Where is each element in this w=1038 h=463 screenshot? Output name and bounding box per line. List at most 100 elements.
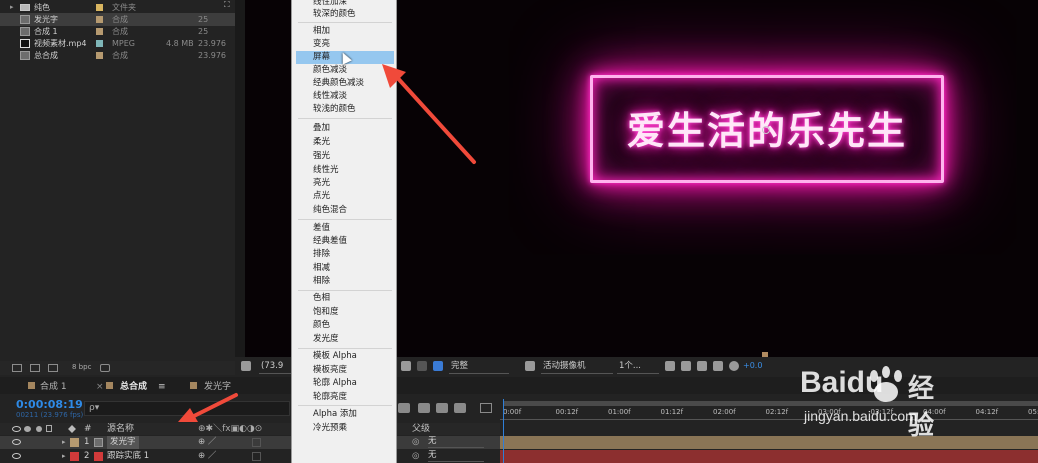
zoom-dropdown[interactable]: (73.9: [259, 359, 291, 374]
label-color-swatch[interactable]: [96, 40, 103, 47]
menu-item[interactable]: 相减: [296, 262, 394, 275]
label-color-swatch[interactable]: [96, 28, 103, 35]
snapshot-icon[interactable]: [401, 361, 411, 371]
tab-menu-icon[interactable]: ≡: [158, 380, 166, 394]
menu-item[interactable]: 发光度: [296, 333, 394, 346]
menu-item[interactable]: 较深的颜色: [296, 8, 394, 21]
label-tag-icon[interactable]: [68, 425, 76, 433]
layer-name[interactable]: 发光字: [107, 436, 139, 449]
menu-item[interactable]: 相除: [296, 275, 394, 288]
exposure-reset-icon[interactable]: [729, 361, 739, 371]
tab-comp1[interactable]: 合成 1: [40, 380, 67, 394]
current-timecode[interactable]: 0:00:08:19: [16, 398, 83, 411]
menu-item[interactable]: 颜色: [296, 319, 394, 332]
parent-dropdown[interactable]: 无: [428, 436, 484, 448]
resolution-dropdown[interactable]: 完整: [449, 359, 509, 374]
expand-arrow-icon[interactable]: ▸: [62, 450, 66, 463]
trash-icon[interactable]: [100, 364, 110, 372]
project-item[interactable]: 总合成 合成 23.976: [0, 49, 235, 62]
ruler-tick-label: 0:00f: [503, 408, 522, 416]
bpc-label[interactable]: 8 bpc: [72, 363, 91, 371]
menu-item[interactable]: 模板亮度: [296, 364, 394, 377]
ruler-tick-label: 01:00f: [608, 408, 631, 416]
region-of-interest-icon[interactable]: [525, 361, 535, 371]
layer-switches-icons[interactable]: ⊕ ／: [198, 450, 216, 463]
label-color-swatch[interactable]: [70, 438, 79, 447]
menu-item[interactable]: 色相: [296, 292, 394, 305]
menu-item[interactable]: 点光: [296, 190, 394, 203]
exposure-value[interactable]: +0.0: [743, 361, 762, 370]
close-icon[interactable]: ×: [96, 380, 104, 394]
grid-icon[interactable]: [665, 361, 675, 371]
graph-editor-icon[interactable]: [480, 403, 492, 413]
layer-duration-bar[interactable]: [500, 450, 1038, 463]
menu-item[interactable]: 冷光预乘: [296, 422, 394, 435]
column-number: #: [84, 424, 92, 434]
composition-icon: [20, 27, 30, 36]
menu-item[interactable]: 轮廓亮度: [296, 391, 394, 404]
pixel-aspect-icon[interactable]: [697, 361, 707, 371]
menu-separator: [298, 405, 392, 406]
eye-icon[interactable]: [12, 426, 21, 432]
menu-item[interactable]: 亮光: [296, 177, 394, 190]
layer-number: 1: [84, 437, 90, 447]
new-composition-icon[interactable]: [48, 364, 58, 372]
menu-item[interactable]: 差值: [296, 222, 394, 235]
shy-layers-icon[interactable]: [418, 403, 430, 413]
eye-icon[interactable]: [12, 453, 21, 459]
layer-name[interactable]: 跟踪实底 1: [107, 450, 149, 463]
pick-whip-icon[interactable]: ◎: [412, 450, 419, 463]
label-color-swatch[interactable]: [96, 16, 103, 23]
menu-item[interactable]: 模板 Alpha: [296, 350, 394, 363]
layer-duration-bar[interactable]: [500, 436, 1038, 449]
layer-row[interactable]: ▸1发光字⊕ ／正常◎无: [0, 436, 500, 449]
project-flowchart-icon[interactable]: ⛶: [224, 0, 232, 9]
flowchart-icon[interactable]: [681, 361, 691, 371]
solo-icon[interactable]: [36, 426, 42, 432]
camera-dropdown[interactable]: 活动摄像机: [541, 359, 613, 374]
fast-preview-icon[interactable]: [713, 361, 723, 371]
column-source-name[interactable]: 源名称: [107, 423, 134, 435]
menu-item[interactable]: Alpha 添加: [296, 408, 394, 421]
menu-item[interactable]: 饱和度: [296, 306, 394, 319]
lock-icon[interactable]: [46, 425, 52, 432]
always-preview-icon[interactable]: [241, 361, 251, 371]
draft-3d-icon[interactable]: [398, 403, 410, 413]
menu-item[interactable]: 排除: [296, 248, 394, 261]
audio-icon[interactable]: [24, 426, 31, 432]
menu-item[interactable]: 相加: [296, 25, 394, 38]
frame-blending-icon[interactable]: [436, 403, 448, 413]
anchor-point-icon[interactable]: [762, 126, 770, 134]
menu-item[interactable]: 变亮: [296, 38, 394, 51]
composition-icon: [94, 438, 103, 447]
switch-box[interactable]: [252, 438, 261, 447]
menu-item[interactable]: 纯色混合: [296, 204, 394, 217]
new-folder-icon[interactable]: [30, 364, 40, 372]
switch-box[interactable]: [252, 452, 261, 461]
tab-main-comp[interactable]: 总合成: [120, 380, 147, 394]
tab-color-swatch: [106, 382, 113, 389]
eye-icon[interactable]: [12, 439, 21, 445]
playhead[interactable]: [503, 399, 504, 463]
layer-row[interactable]: ▸2跟踪实底 1⊕ ／正常无◎无: [0, 450, 500, 463]
ruler-tick-label: 01:12f: [660, 408, 684, 416]
label-color-swatch[interactable]: [70, 452, 79, 461]
color-channel-icon[interactable]: [433, 361, 443, 371]
switches-column-icons: ⊕✱＼fx▣◐◑⊙: [198, 424, 263, 434]
menu-item[interactable]: 轮廓 Alpha: [296, 377, 394, 390]
pick-whip-icon[interactable]: ◎: [412, 436, 419, 449]
watermark-tail: 经验: [908, 374, 935, 441]
menu-item[interactable]: 经典差值: [296, 235, 394, 248]
watermark-brand: Baidu: [800, 366, 884, 399]
parent-dropdown[interactable]: 无: [428, 450, 484, 462]
column-parent[interactable]: 父级: [412, 423, 430, 435]
show-snapshot-icon[interactable]: [417, 361, 427, 371]
views-dropdown[interactable]: 1个...: [617, 359, 659, 374]
expand-arrow-icon[interactable]: ▸: [62, 436, 66, 449]
project-item-name: 总合成: [34, 51, 58, 60]
label-color-swatch[interactable]: [96, 52, 103, 59]
label-color-swatch[interactable]: [96, 4, 103, 11]
layer-switches-icons[interactable]: ⊕ ／: [198, 436, 216, 449]
interpret-footage-icon[interactable]: [12, 364, 22, 372]
motion-blur-icon[interactable]: [454, 403, 466, 413]
